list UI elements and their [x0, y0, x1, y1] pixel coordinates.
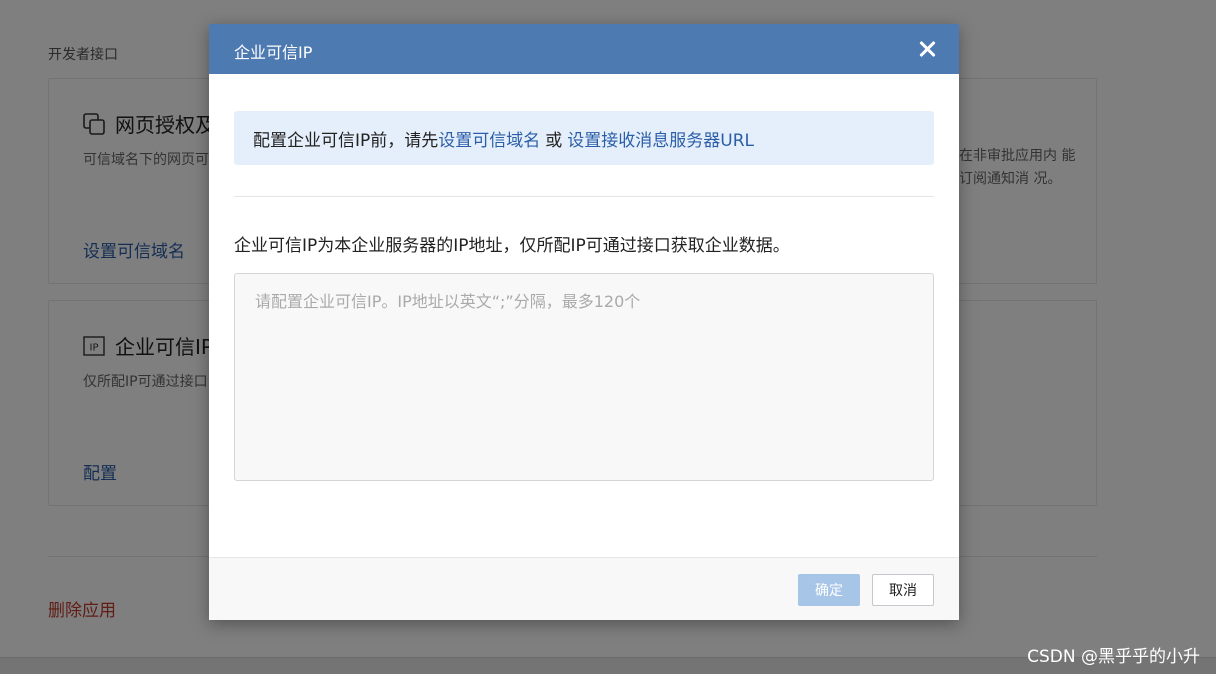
set-trusted-domain-notice-link[interactable]: 设置可信域名 — [438, 126, 540, 151]
trusted-ip-input[interactable] — [234, 273, 934, 481]
set-message-server-url-link[interactable]: 设置接收消息服务器URL — [567, 126, 754, 151]
watermark: CSDN @黑乎乎的小升 — [1027, 647, 1200, 667]
dialog-footer: 确定 取消 — [209, 557, 959, 620]
notice-prefix: 配置企业可信IP前，请先 — [253, 130, 439, 151]
dialog-title: 企业可信IP — [234, 43, 313, 62]
notice-banner: 配置企业可信IP前，请先 设置可信域名 或 设置接收消息服务器URL — [234, 111, 934, 165]
dialog-header: 企业可信IP — [209, 24, 959, 74]
confirm-button[interactable]: 确定 — [798, 574, 860, 606]
ip-description: 企业可信IP为本企业服务器的IP地址，仅所配IP可通过接口获取企业数据。 — [234, 236, 790, 256]
trusted-ip-dialog: 企业可信IP 配置企业可信IP前，请先 设置可信域名 或 设置接收消息服务器UR… — [209, 24, 959, 620]
dialog-divider — [234, 196, 934, 197]
notice-or: 或 — [545, 130, 563, 151]
close-icon[interactable] — [915, 37, 939, 61]
cancel-button[interactable]: 取消 — [872, 574, 934, 606]
